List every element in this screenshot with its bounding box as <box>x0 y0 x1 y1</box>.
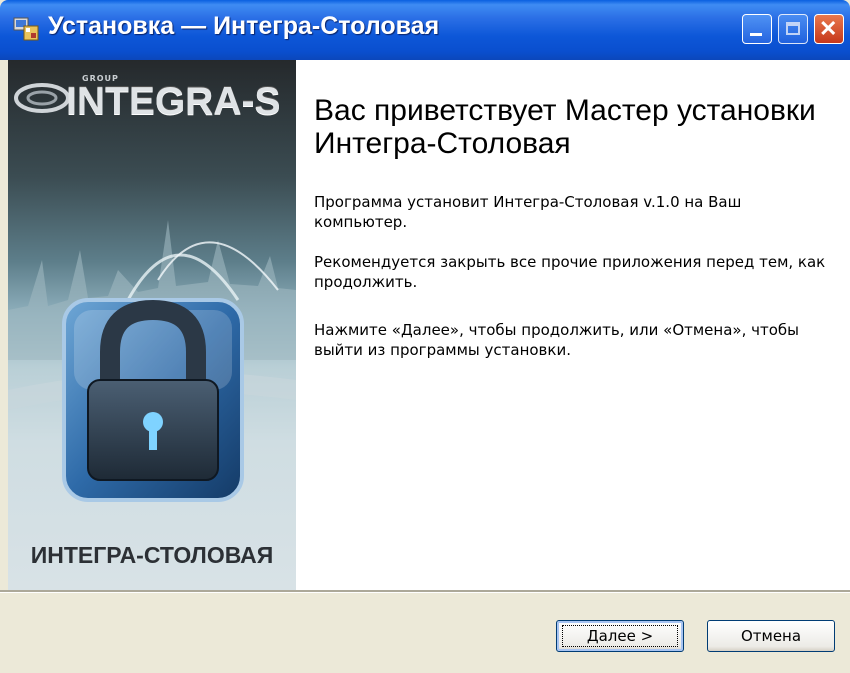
close-button[interactable]: ✕ <box>814 14 844 44</box>
integra-logo: INTEGRA-S <box>66 80 281 123</box>
paragraph-install-info: Программа установит Интегра-Столовая v.1… <box>314 193 742 231</box>
next-label-rest: алее > <box>598 627 654 645</box>
welcome-heading: Вас приветствует Мастер установки Интегр… <box>314 94 816 160</box>
banner-product-name: ИНТЕГРА-СТОЛОВАЯ <box>30 542 274 568</box>
close-icon: ✕ <box>819 16 838 41</box>
installer-window: Установка — Интегра-Столовая ✕ GROUP INT… <box>0 0 850 673</box>
minimize-button[interactable] <box>742 14 772 44</box>
footer-separator <box>0 590 850 593</box>
title-bar[interactable]: Установка — Интегра-Столовая ✕ <box>0 0 850 60</box>
paragraph-instructions: Нажмите «Далее», чтобы продолжить, или «… <box>314 321 799 359</box>
maximize-icon <box>786 22 800 35</box>
window-title: Установка — Интегра-Столовая <box>48 12 440 40</box>
wizard-banner-image: GROUP INTEGRA-S ИНТЕГРА-СТОЛОВАЯ <box>8 60 296 590</box>
next-accelerator: Д <box>586 627 599 645</box>
wizard-content: Вас приветствует Мастер установки Интегр… <box>296 60 850 590</box>
maximize-button[interactable] <box>778 14 808 44</box>
next-button[interactable]: Далее > <box>556 620 684 652</box>
cancel-button[interactable]: Отмена <box>707 620 835 652</box>
banner-artwork <box>8 83 296 502</box>
next-button-label: Далее > <box>587 627 653 645</box>
minimize-icon <box>750 33 762 36</box>
installer-app-icon <box>13 17 39 41</box>
paragraph-close-apps: Рекомендуется закрыть все прочие приложе… <box>314 253 826 291</box>
